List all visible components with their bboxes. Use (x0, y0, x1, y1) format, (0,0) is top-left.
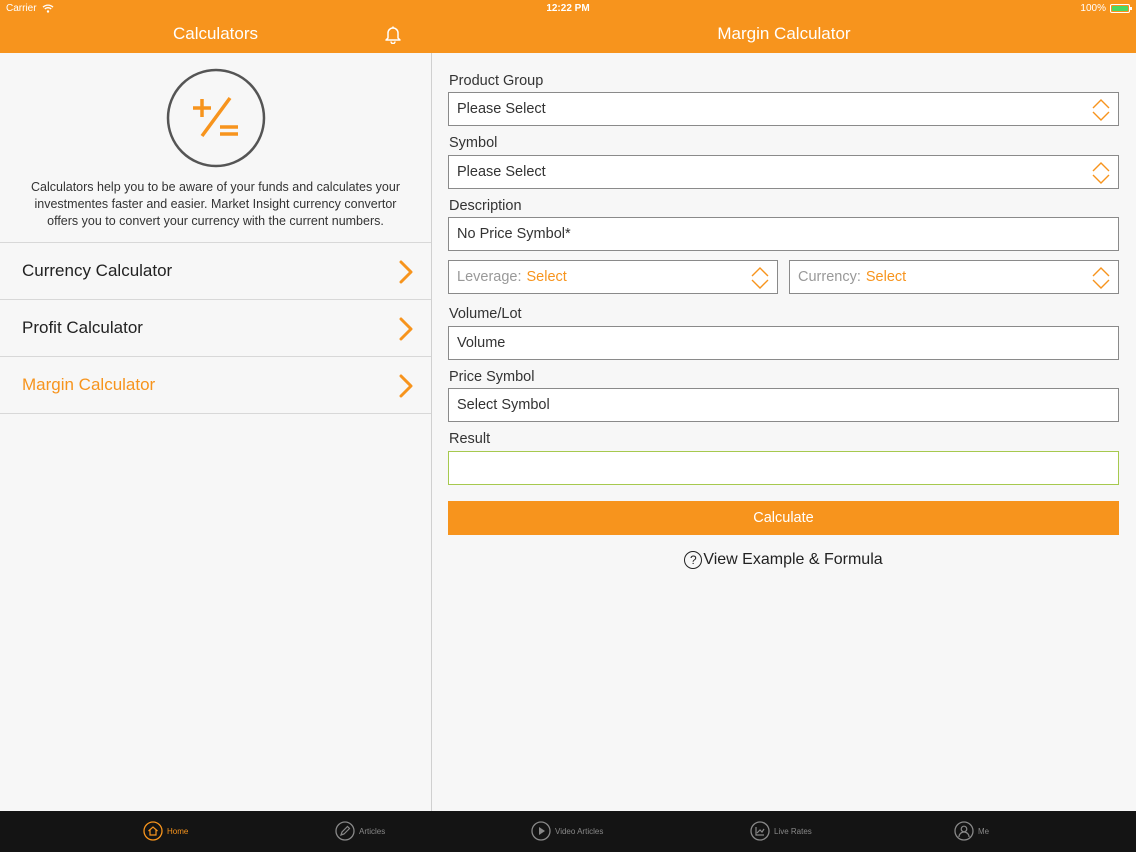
chevron-right-icon (399, 260, 413, 284)
currency-value: Select (865, 269, 907, 285)
battery-percent: 100% (1080, 3, 1106, 14)
menu-item-currency-calculator[interactable]: Currency Calculator (0, 243, 431, 300)
calculator-menu: Currency Calculator Profit Calculator Ma… (0, 242, 431, 414)
leverage-value: Select (526, 269, 567, 285)
price-symbol-label: Price Symbol (449, 369, 535, 385)
pencil-icon (335, 821, 355, 841)
bell-icon[interactable] (382, 24, 404, 44)
price-symbol-value: Select Symbol (457, 397, 550, 413)
tab-bar: Home Articles Video Articles Live Rates … (0, 811, 1136, 852)
result-label: Result (449, 431, 491, 447)
description-label: Description (449, 198, 522, 214)
symbol-select[interactable]: Please Select (448, 155, 1119, 189)
menu-item-label: Profit Calculator (22, 318, 143, 337)
currency-label: Currency: (798, 269, 861, 285)
view-example-link[interactable]: ? View Example & Formula (448, 551, 1119, 569)
tab-label: Live Rates (774, 826, 812, 836)
tab-label: Video Articles (555, 826, 604, 836)
tab-video-articles[interactable]: Video Articles (531, 821, 603, 841)
product-group-select[interactable]: Please Select (448, 92, 1119, 126)
calculators-sidebar: Calculators help you to be aware of your… (0, 53, 431, 811)
chevron-right-icon (399, 374, 413, 398)
volume-placeholder: Volume (457, 335, 506, 351)
description-field: No Price Symbol* (448, 217, 1119, 251)
result-field (448, 451, 1119, 485)
tab-me[interactable]: Me (954, 821, 989, 841)
volume-label: Volume/Lot (449, 306, 522, 322)
calculator-plus-minus-icon (166, 68, 266, 168)
product-group-value: Please Select (457, 101, 546, 117)
battery-icon (1110, 4, 1132, 13)
right-page-title: Margin Calculator (717, 24, 851, 43)
tab-home[interactable]: Home (143, 821, 188, 841)
menu-item-profit-calculator[interactable]: Profit Calculator (0, 300, 431, 357)
menu-item-label: Margin Calculator (22, 375, 156, 394)
symbol-label: Symbol (449, 135, 498, 151)
chevron-right-icon (399, 317, 413, 341)
status-bar: Carrier 12:22 PM 100% (0, 0, 1136, 16)
menu-item-margin-calculator[interactable]: Margin Calculator (0, 357, 431, 414)
leverage-select[interactable]: Leverage: Select (448, 260, 778, 294)
product-group-label: Product Group (449, 73, 544, 89)
volume-input[interactable]: Volume (448, 326, 1119, 360)
user-icon (954, 821, 974, 841)
chart-icon (750, 821, 770, 841)
updown-arrows-icon (751, 267, 769, 289)
tab-label: Home (167, 826, 189, 836)
description-value: No Price Symbol* (457, 226, 571, 242)
intro-text: Calculators help you to be aware of your… (31, 180, 400, 228)
currency-select[interactable]: Currency: Select (789, 260, 1119, 294)
tab-label: Articles (359, 826, 386, 836)
margin-calculator-form: Product Group Please Select Symbol Pleas… (432, 53, 1136, 811)
view-example-label: View Example & Formula (703, 551, 883, 568)
question-circle-icon: ? (684, 551, 703, 569)
symbol-value: Please Select (457, 164, 546, 180)
tab-label: Me (978, 826, 990, 836)
updown-arrows-icon (1092, 99, 1110, 121)
price-symbol-select[interactable]: Select Symbol (448, 388, 1119, 422)
tab-live-rates[interactable]: Live Rates (750, 821, 812, 841)
play-icon (531, 821, 551, 841)
status-time: 12:22 PM (546, 3, 590, 14)
leverage-label: Leverage: (457, 269, 522, 285)
updown-arrows-icon (1092, 162, 1110, 184)
tab-articles[interactable]: Articles (335, 821, 385, 841)
menu-item-label: Currency Calculator (22, 261, 173, 280)
left-page-title: Calculators (172, 24, 259, 43)
calculate-button[interactable]: Calculate (448, 501, 1119, 535)
updown-arrows-icon (1092, 267, 1110, 289)
home-icon (143, 821, 163, 841)
